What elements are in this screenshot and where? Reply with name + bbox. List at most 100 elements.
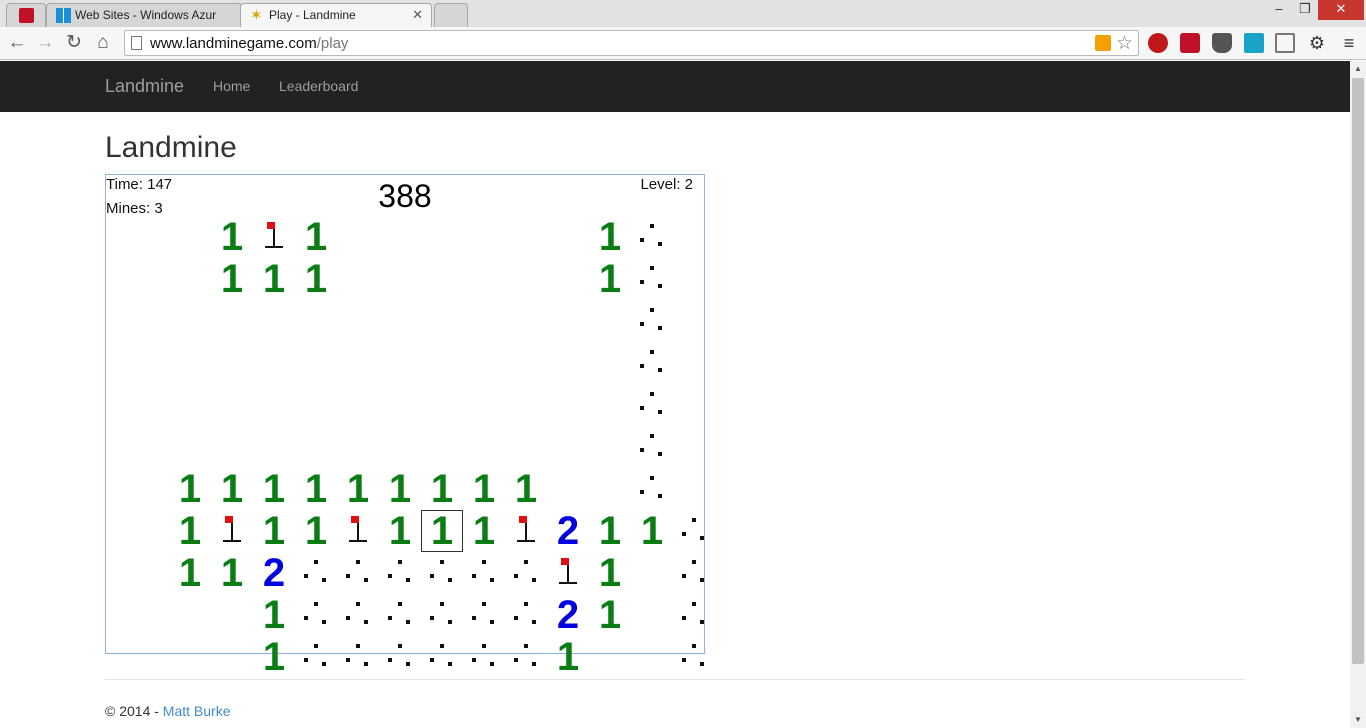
- cast-icon[interactable]: [1244, 33, 1264, 53]
- cell-unrevealed[interactable]: [673, 552, 715, 594]
- cell-unrevealed[interactable]: [295, 552, 337, 594]
- cell-number-1[interactable]: 1: [589, 216, 631, 258]
- home-icon[interactable]: ⌂: [91, 31, 115, 55]
- cell-number-1[interactable]: 1: [379, 510, 421, 552]
- cell-flag[interactable]: [505, 510, 547, 552]
- menu-icon[interactable]: ≡: [1339, 33, 1359, 53]
- cell-number-2[interactable]: 2: [547, 510, 589, 552]
- cell-number-1[interactable]: 1: [589, 594, 631, 636]
- cell-unrevealed[interactable]: [421, 552, 463, 594]
- cell-unrevealed[interactable]: [631, 468, 673, 510]
- cell-number-1[interactable]: 1: [211, 552, 253, 594]
- cell-number-1[interactable]: 1: [211, 258, 253, 300]
- scroll-up-icon[interactable]: ▲: [1350, 61, 1366, 77]
- nav-home-link[interactable]: Home: [213, 78, 250, 94]
- lastpass-extension-icon[interactable]: [1180, 33, 1200, 53]
- cell-number-1[interactable]: 1: [211, 216, 253, 258]
- cell-number-1[interactable]: 1: [253, 594, 295, 636]
- cell-unrevealed[interactable]: [631, 300, 673, 342]
- cell-number-1[interactable]: 1: [169, 510, 211, 552]
- cell-unrevealed[interactable]: [337, 552, 379, 594]
- back-icon[interactable]: ←: [5, 31, 29, 55]
- cell-unrevealed[interactable]: [421, 594, 463, 636]
- cell-number-1[interactable]: 1: [379, 468, 421, 510]
- cell-unrevealed[interactable]: [295, 594, 337, 636]
- author-link[interactable]: Matt Burke: [163, 703, 231, 719]
- cell-number-1[interactable]: 1: [169, 552, 211, 594]
- new-tab-button[interactable]: [434, 3, 468, 27]
- pocket-icon[interactable]: [1212, 33, 1232, 53]
- tab-azure[interactable]: Web Sites - Windows Azur: [46, 3, 242, 27]
- cell-number-1[interactable]: 1: [589, 552, 631, 594]
- scroll-down-icon[interactable]: ▼: [1350, 712, 1366, 728]
- cell-unrevealed[interactable]: [379, 636, 421, 678]
- cell-number-1[interactable]: 1: [295, 510, 337, 552]
- cell-unrevealed[interactable]: [673, 636, 715, 678]
- cell-number-1[interactable]: 1: [337, 468, 379, 510]
- cell-unrevealed[interactable]: [505, 552, 547, 594]
- cell-unrevealed[interactable]: [295, 636, 337, 678]
- cell-unrevealed[interactable]: [337, 636, 379, 678]
- cell-unrevealed[interactable]: [463, 594, 505, 636]
- cell-number-2[interactable]: 2: [253, 552, 295, 594]
- cell-unrevealed[interactable]: [463, 552, 505, 594]
- cell-number-2[interactable]: 2: [547, 594, 589, 636]
- unrevealed-dot-icon: [514, 658, 518, 662]
- tab-lastpass[interactable]: [6, 3, 46, 27]
- cell-number-1[interactable]: 1: [169, 468, 211, 510]
- cell-unrevealed[interactable]: [505, 636, 547, 678]
- cell-number-1[interactable]: 1: [295, 468, 337, 510]
- cell-unrevealed[interactable]: [631, 216, 673, 258]
- cell-flag[interactable]: [211, 510, 253, 552]
- cell-number-1[interactable]: 1: [589, 510, 631, 552]
- cell-flag[interactable]: [547, 552, 589, 594]
- nav-leaderboard-link[interactable]: Leaderboard: [279, 78, 358, 94]
- cell-unrevealed[interactable]: [631, 342, 673, 384]
- cell-selected[interactable]: 1: [421, 510, 463, 552]
- cell-unrevealed[interactable]: [463, 636, 505, 678]
- cell-unrevealed[interactable]: [505, 594, 547, 636]
- restore-icon[interactable]: ❐: [1292, 0, 1318, 20]
- settings-gear-icon[interactable]: ⚙: [1307, 33, 1327, 53]
- cell-flag[interactable]: [253, 216, 295, 258]
- cell-number-1[interactable]: 1: [505, 468, 547, 510]
- adblock-icon[interactable]: [1148, 33, 1168, 53]
- navbar-brand[interactable]: Landmine: [105, 76, 184, 97]
- tab-landmine[interactable]: ✶ Play - Landmine ✕: [240, 3, 432, 27]
- cell-unrevealed[interactable]: [631, 384, 673, 426]
- cell-unrevealed[interactable]: [337, 594, 379, 636]
- cell-number-1[interactable]: 1: [211, 468, 253, 510]
- game-board[interactable]: Time: 147 Mines: 3 Level: 2 388 11111111…: [105, 174, 705, 678]
- address-bar[interactable]: www.landminegame.com/play ☆: [124, 30, 1139, 56]
- cell-number-1[interactable]: 1: [547, 636, 589, 678]
- cell-number-1[interactable]: 1: [253, 468, 295, 510]
- unrevealed-dot-icon: [692, 644, 696, 648]
- cell-unrevealed[interactable]: [631, 426, 673, 468]
- cell-number-1[interactable]: 1: [295, 258, 337, 300]
- cell-number-1[interactable]: 1: [295, 216, 337, 258]
- cell-number-1[interactable]: 1: [463, 510, 505, 552]
- close-window-icon[interactable]: ✕: [1318, 0, 1364, 20]
- close-tab-icon[interactable]: ✕: [412, 7, 423, 23]
- cell-number-1[interactable]: 1: [463, 468, 505, 510]
- cell-number-1[interactable]: 1: [421, 468, 463, 510]
- bookmark-star-icon[interactable]: ☆: [1116, 32, 1133, 55]
- reload-icon[interactable]: ↻: [62, 31, 86, 55]
- cell-flag[interactable]: [337, 510, 379, 552]
- cell-number-1[interactable]: 1: [253, 510, 295, 552]
- cell-unrevealed[interactable]: [379, 594, 421, 636]
- cell-number-1[interactable]: 1: [253, 258, 295, 300]
- cell-unrevealed[interactable]: [673, 594, 715, 636]
- extension-icon[interactable]: [1275, 33, 1295, 53]
- cell-number-1[interactable]: 1: [589, 258, 631, 300]
- forward-icon[interactable]: →: [33, 31, 57, 55]
- cell-unrevealed[interactable]: [379, 552, 421, 594]
- cell-unrevealed[interactable]: [631, 258, 673, 300]
- cell-number-1[interactable]: 1: [253, 636, 295, 678]
- cell-unrevealed[interactable]: [421, 636, 463, 678]
- minimize-icon[interactable]: –: [1266, 0, 1292, 20]
- scrollbar-thumb[interactable]: [1352, 78, 1364, 664]
- cell-unrevealed[interactable]: [673, 510, 715, 552]
- cell-number-1[interactable]: 1: [631, 510, 673, 552]
- rss-icon[interactable]: [1095, 35, 1111, 51]
